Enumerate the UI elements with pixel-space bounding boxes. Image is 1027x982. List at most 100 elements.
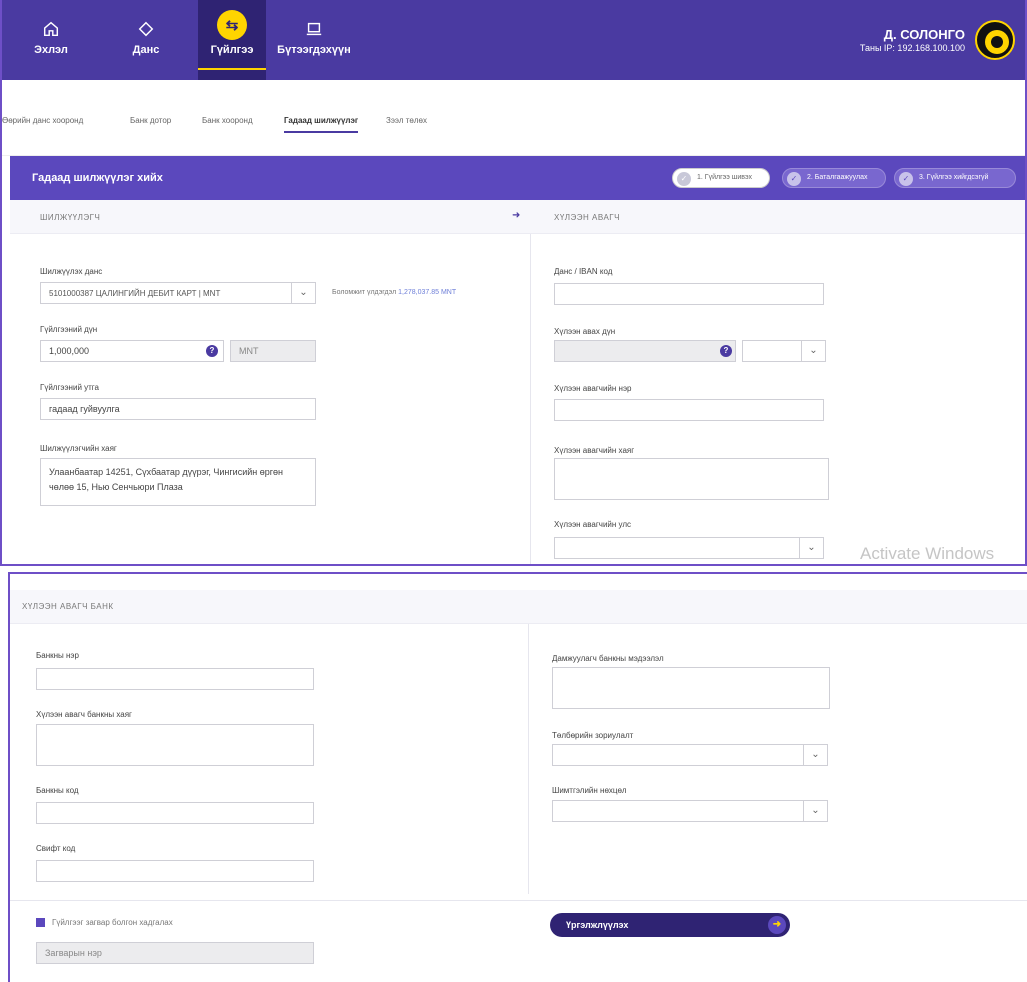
continue-label: Үргэлжлүүлэх [566,920,629,930]
step-2: ✓ 2. Баталгаажуулах [782,168,886,188]
chevron-down-icon: ⌄ [801,341,825,361]
bank-address-label: Хүлээн авагч банкны хаяг [36,710,132,719]
sender-address-line-1: Улаанбаатар 14251, Сүхбаатар дүүрэг, Чин… [49,467,283,477]
swift-code-input[interactable] [36,860,314,882]
intermediary-bank-textarea[interactable] [552,667,830,709]
check-icon: ✓ [787,172,801,186]
amount-input[interactable]: 1,000,000 [40,340,224,362]
iban-label: Данс / IBAN код [554,267,613,276]
home-icon [43,21,59,37]
receiver-name-input[interactable] [554,399,824,421]
bank-section-title: ХҮЛЭЭН АВАГЧ БАНК [22,602,114,611]
step-2-label: 2. Баталгаажуулах [807,174,868,181]
sender-account-select[interactable]: 5101000387 ЦАЛИНГИЙН ДЕБИТ КАРТ | MNT ⌄ [40,282,316,304]
receiver-name-label: Хүлээн авагчийн нэр [554,384,632,393]
chevron-down-icon: ⌄ [803,801,827,821]
continue-button[interactable]: Үргэлжлүүлэх ➜ [550,913,790,937]
tab-between-banks[interactable]: Банк хооронд [202,116,253,125]
save-template-label: Гүйлгээг загвар болгон хадгалах [52,918,173,927]
user-ip: Таны IP: 192.168.100.100 [859,43,965,53]
receiver-country-select[interactable]: ⌄ [554,537,824,559]
tab-foreign-transfer[interactable]: Гадаад шилжүүлэг [284,116,359,133]
save-template-checkbox[interactable] [36,918,45,927]
transfer-icon: ⇆ [217,10,247,40]
balance-value: 1,278,037.85 MNT [398,289,457,296]
bank-name-input[interactable] [36,668,314,690]
tab-own-accounts[interactable]: Өөрийн данс хооронд [2,116,83,125]
nav-home[interactable]: Эхлэл [26,0,76,80]
nav-account-label: Данс [132,44,160,56]
footer-divider [10,900,1027,901]
template-name-input[interactable]: Загварын нэр [36,942,314,964]
receive-amount-label: Хүлээн авах дүн [554,327,616,336]
available-balance: Боломжит үлдэгдэл 1,278,037.85 MNT [332,289,456,296]
nav-products[interactable]: Бүтээгдэхүүн [274,0,354,80]
bank-address-textarea[interactable] [36,724,314,766]
receiver-country-label: Хүлээн авагчийн улс [554,520,632,529]
purpose-value: гадаад гуйвуулга [49,404,120,414]
sender-address-textarea[interactable]: Улаанбаатар 14251, Сүхбаатар дүүрэг, Чин… [40,458,316,506]
os-watermark: Activate Windows [860,544,995,563]
user-name: Д. СОЛОНГО [883,27,965,42]
check-icon: ✓ [677,172,691,186]
sender-address-label: Шилжүүлэгчийн хаяг [40,444,117,453]
currency-value: MNT [239,346,259,356]
active-underline [198,68,266,70]
arrow-right-icon: ➜ [768,916,786,934]
step-1-label: 1. Гүйлгээ шивэх [697,174,752,181]
amount-label: Гүйлгээний дүн [40,325,98,334]
chevron-down-icon: ⌄ [799,538,823,558]
amount-value: 1,000,000 [49,346,90,356]
balance-label: Боломжит үлдэгдэл [332,289,397,296]
avatar-dot [991,36,1003,48]
fee-terms-label: Шимтгэлийн нөхцөл [552,786,627,795]
bottom-panel: ХҮЛЭЭН АВАГЧ БАНК Банкны нэр Хүлээн аваг… [8,572,1027,982]
top-navigation-bar: Эхлэл Данс ⇆ Гүйлгээ Бүтээгдэхүүн Д. СОЛ… [2,0,1025,80]
bank-code-input[interactable] [36,802,314,824]
form-header: Гадаад шилжүүлэг хийх ✓ 1. Гүйлгээ шивэх… [10,156,1025,200]
receiver-address-label: Хүлээн авагчийн хаяг [554,446,635,455]
step-3: ✓ 3. Гүйлгээ хийгдсэгүй [894,168,1016,188]
bank-name-label: Банкны нэр [36,651,79,660]
tab-loan-payment[interactable]: Зээл төлөх [386,116,427,125]
purpose-input[interactable]: гадаад гуйвуулга [40,398,316,420]
help-icon[interactable]: ? [720,345,732,357]
sender-account-label: Шилжүүлэх данс [40,267,103,276]
receive-currency-select[interactable]: ⌄ [742,340,826,362]
bank-code-label: Банкны код [36,786,79,795]
payment-purpose-select[interactable]: ⌄ [552,744,828,766]
help-icon[interactable]: ? [206,345,218,357]
laptop-icon [306,22,322,36]
check-icon: ✓ [899,172,913,186]
swift-code-label: Свифт код [36,844,76,853]
payment-purpose-label: Төлбөрийн зориулалт [552,731,634,740]
nav-transfer[interactable]: ⇆ Гүйлгээ [198,0,266,80]
avatar[interactable] [975,20,1015,60]
nav-home-label: Эхлэл [34,44,68,56]
arrow-right-icon: ➜ [512,210,521,221]
nav-transfer-label: Гүйлгээ [210,44,254,56]
receiver-section-title: ХҮЛЭЭН АВАГЧ [554,213,620,222]
sender-address-line-2: чөлөө 15, Нью Сенчьюри Плаза [49,482,183,492]
currency-field: MNT [230,340,316,362]
step-3-label: 3. Гүйлгээ хийгдсэгүй [919,174,989,181]
purpose-label: Гүйлгээний утга [40,383,99,392]
receive-amount-input [554,340,736,362]
bank-section-bar [10,590,1027,624]
nav-account[interactable]: Данс [121,0,171,80]
sender-account-value: 5101000387 ЦАЛИНГИЙН ДЕБИТ КАРТ | MNT [49,289,221,298]
iban-input[interactable] [554,283,824,305]
receiver-address-textarea[interactable] [554,458,829,500]
transfer-type-tabs: Өөрийн данс хооронд Банк дотор Банк хоор… [2,80,1025,156]
chevron-down-icon: ⌄ [803,745,827,765]
column-divider [528,624,529,894]
chevron-down-icon: ⌄ [291,283,315,303]
step-1: ✓ 1. Гүйлгээ шивэх [672,168,770,188]
sender-section-title: ШИЛЖҮҮЛЭГЧ [40,213,101,222]
account-icon [138,21,154,37]
fee-terms-select[interactable]: ⌄ [552,800,828,822]
nav-products-label: Бүтээгдэхүүн [277,44,351,56]
intermediary-bank-label: Дамжуулагч банкны мэдээлэл [552,654,664,663]
tab-within-bank[interactable]: Банк дотор [130,116,171,125]
top-panel: Эхлэл Данс ⇆ Гүйлгээ Бүтээгдэхүүн Д. СОЛ… [0,0,1027,566]
